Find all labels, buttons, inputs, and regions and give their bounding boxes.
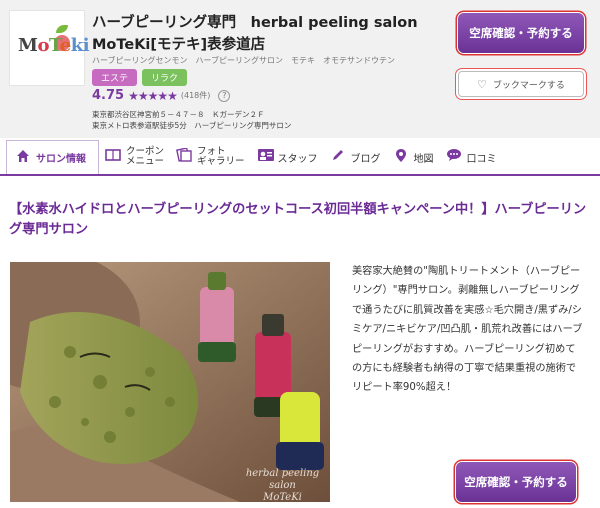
logo-wordmark: MoTeki (18, 35, 90, 56)
salon-photo-illustration (10, 262, 330, 502)
salon-header: MoTeki ハーブピーリング専門 herbal peeling salon M… (0, 0, 600, 138)
salon-name-line1: ハーブピーリング専門 herbal peeling salon (92, 15, 418, 31)
review-count[interactable]: (418件) (181, 90, 211, 101)
star-rating-icon: ★★★★★ (128, 88, 178, 103)
rating-value: 4.75 (92, 88, 125, 103)
tab-blog[interactable]: ブログ (324, 140, 387, 174)
heart-icon: ♡ (477, 77, 487, 91)
coupon-icon (105, 148, 121, 166)
tab-coupon-menu-label: クーポン メニュー (126, 146, 165, 167)
bookmark-label: ブックマークする (492, 80, 565, 91)
salon-nav: サロン情報 クーポン メニュー フォト ギャラリー スタッフ ブログ 地図 口コ… (0, 140, 600, 176)
tab-salon-info[interactable]: サロン情報 (6, 140, 99, 174)
tab-blog-label: ブログ (350, 153, 381, 165)
chat-icon (446, 148, 462, 166)
salon-name: ハーブピーリング専門 herbal peeling salon MoTeKi[モ… (92, 12, 442, 56)
tab-reviews[interactable]: 口コミ (440, 140, 503, 174)
tab-photo-gallery-label: フォト ギャラリー (197, 146, 245, 167)
tab-map-label: 地図 (413, 153, 434, 165)
salon-logo: MoTeki (9, 10, 90, 86)
address-line2: 東京メトロ表参道駅徒歩5分 ハーブピーリング専門サロン (92, 121, 292, 130)
pencil-icon (330, 148, 346, 166)
tab-reviews-label: 口コミ (466, 153, 497, 165)
salon-description: 美容家大絶賛の"陶肌トリートメント（ハーブピーリング）"専門サロン。剥離無しハー… (352, 266, 583, 394)
reserve-button-bottom[interactable]: 空席確認・予約する (456, 462, 576, 502)
salon-photo: herbal peeling salon MoTeKi (10, 262, 330, 502)
tab-staff[interactable]: スタッフ (251, 140, 324, 174)
tab-salon-info-label: サロン情報 (36, 154, 86, 165)
tag-esthe: エステ (92, 69, 138, 86)
salon-name-line2: MoTeKi[モテキ]表参道店 (92, 37, 266, 53)
photo-icon (176, 147, 192, 166)
map-pin-icon (393, 148, 409, 167)
help-icon[interactable]: ? (218, 89, 231, 102)
address-line1: 東京都渋谷区神宮前５－４７－８ Ｋガーデン２Ｆ (92, 110, 265, 119)
tab-photo-gallery[interactable]: フォト ギャラリー (170, 140, 251, 174)
tab-staff-label: スタッフ (277, 153, 318, 165)
reserve-button-top[interactable]: 空席確認・予約する (458, 13, 584, 53)
photo-watermark-line1: herbal peeling salon (245, 468, 320, 491)
address: 東京都渋谷区神宮前５－４７－８ Ｋガーデン２Ｆ 東京メトロ表参道駅徒歩5分 ハー… (92, 109, 291, 131)
leaf-icon (56, 25, 68, 33)
bookmark-button[interactable]: ♡ ブックマークする (458, 71, 584, 97)
category-tags: エステ リラク (92, 69, 188, 86)
catch-copy-headline: 【水素水ハイドロとハーブピーリングのセットコース初回半額キャンペーン中！】ハーブ… (9, 202, 587, 237)
photo-watermark: herbal peeling salon MoTeKi (235, 468, 330, 502)
salon-kana: ハーブピーリングセンモン ハーブピーリングサロン モテキ オモテサンドウテン (92, 56, 396, 65)
staff-icon (257, 148, 274, 166)
home-icon (15, 149, 31, 167)
tag-relax: リラク (142, 69, 188, 86)
tab-coupon-menu[interactable]: クーポン メニュー (99, 140, 170, 174)
tab-map[interactable]: 地図 (387, 140, 440, 174)
rating: 4.75 ★★★★★ (418件) ? (92, 88, 231, 103)
photo-watermark-line2: MoTeKi (263, 492, 302, 502)
